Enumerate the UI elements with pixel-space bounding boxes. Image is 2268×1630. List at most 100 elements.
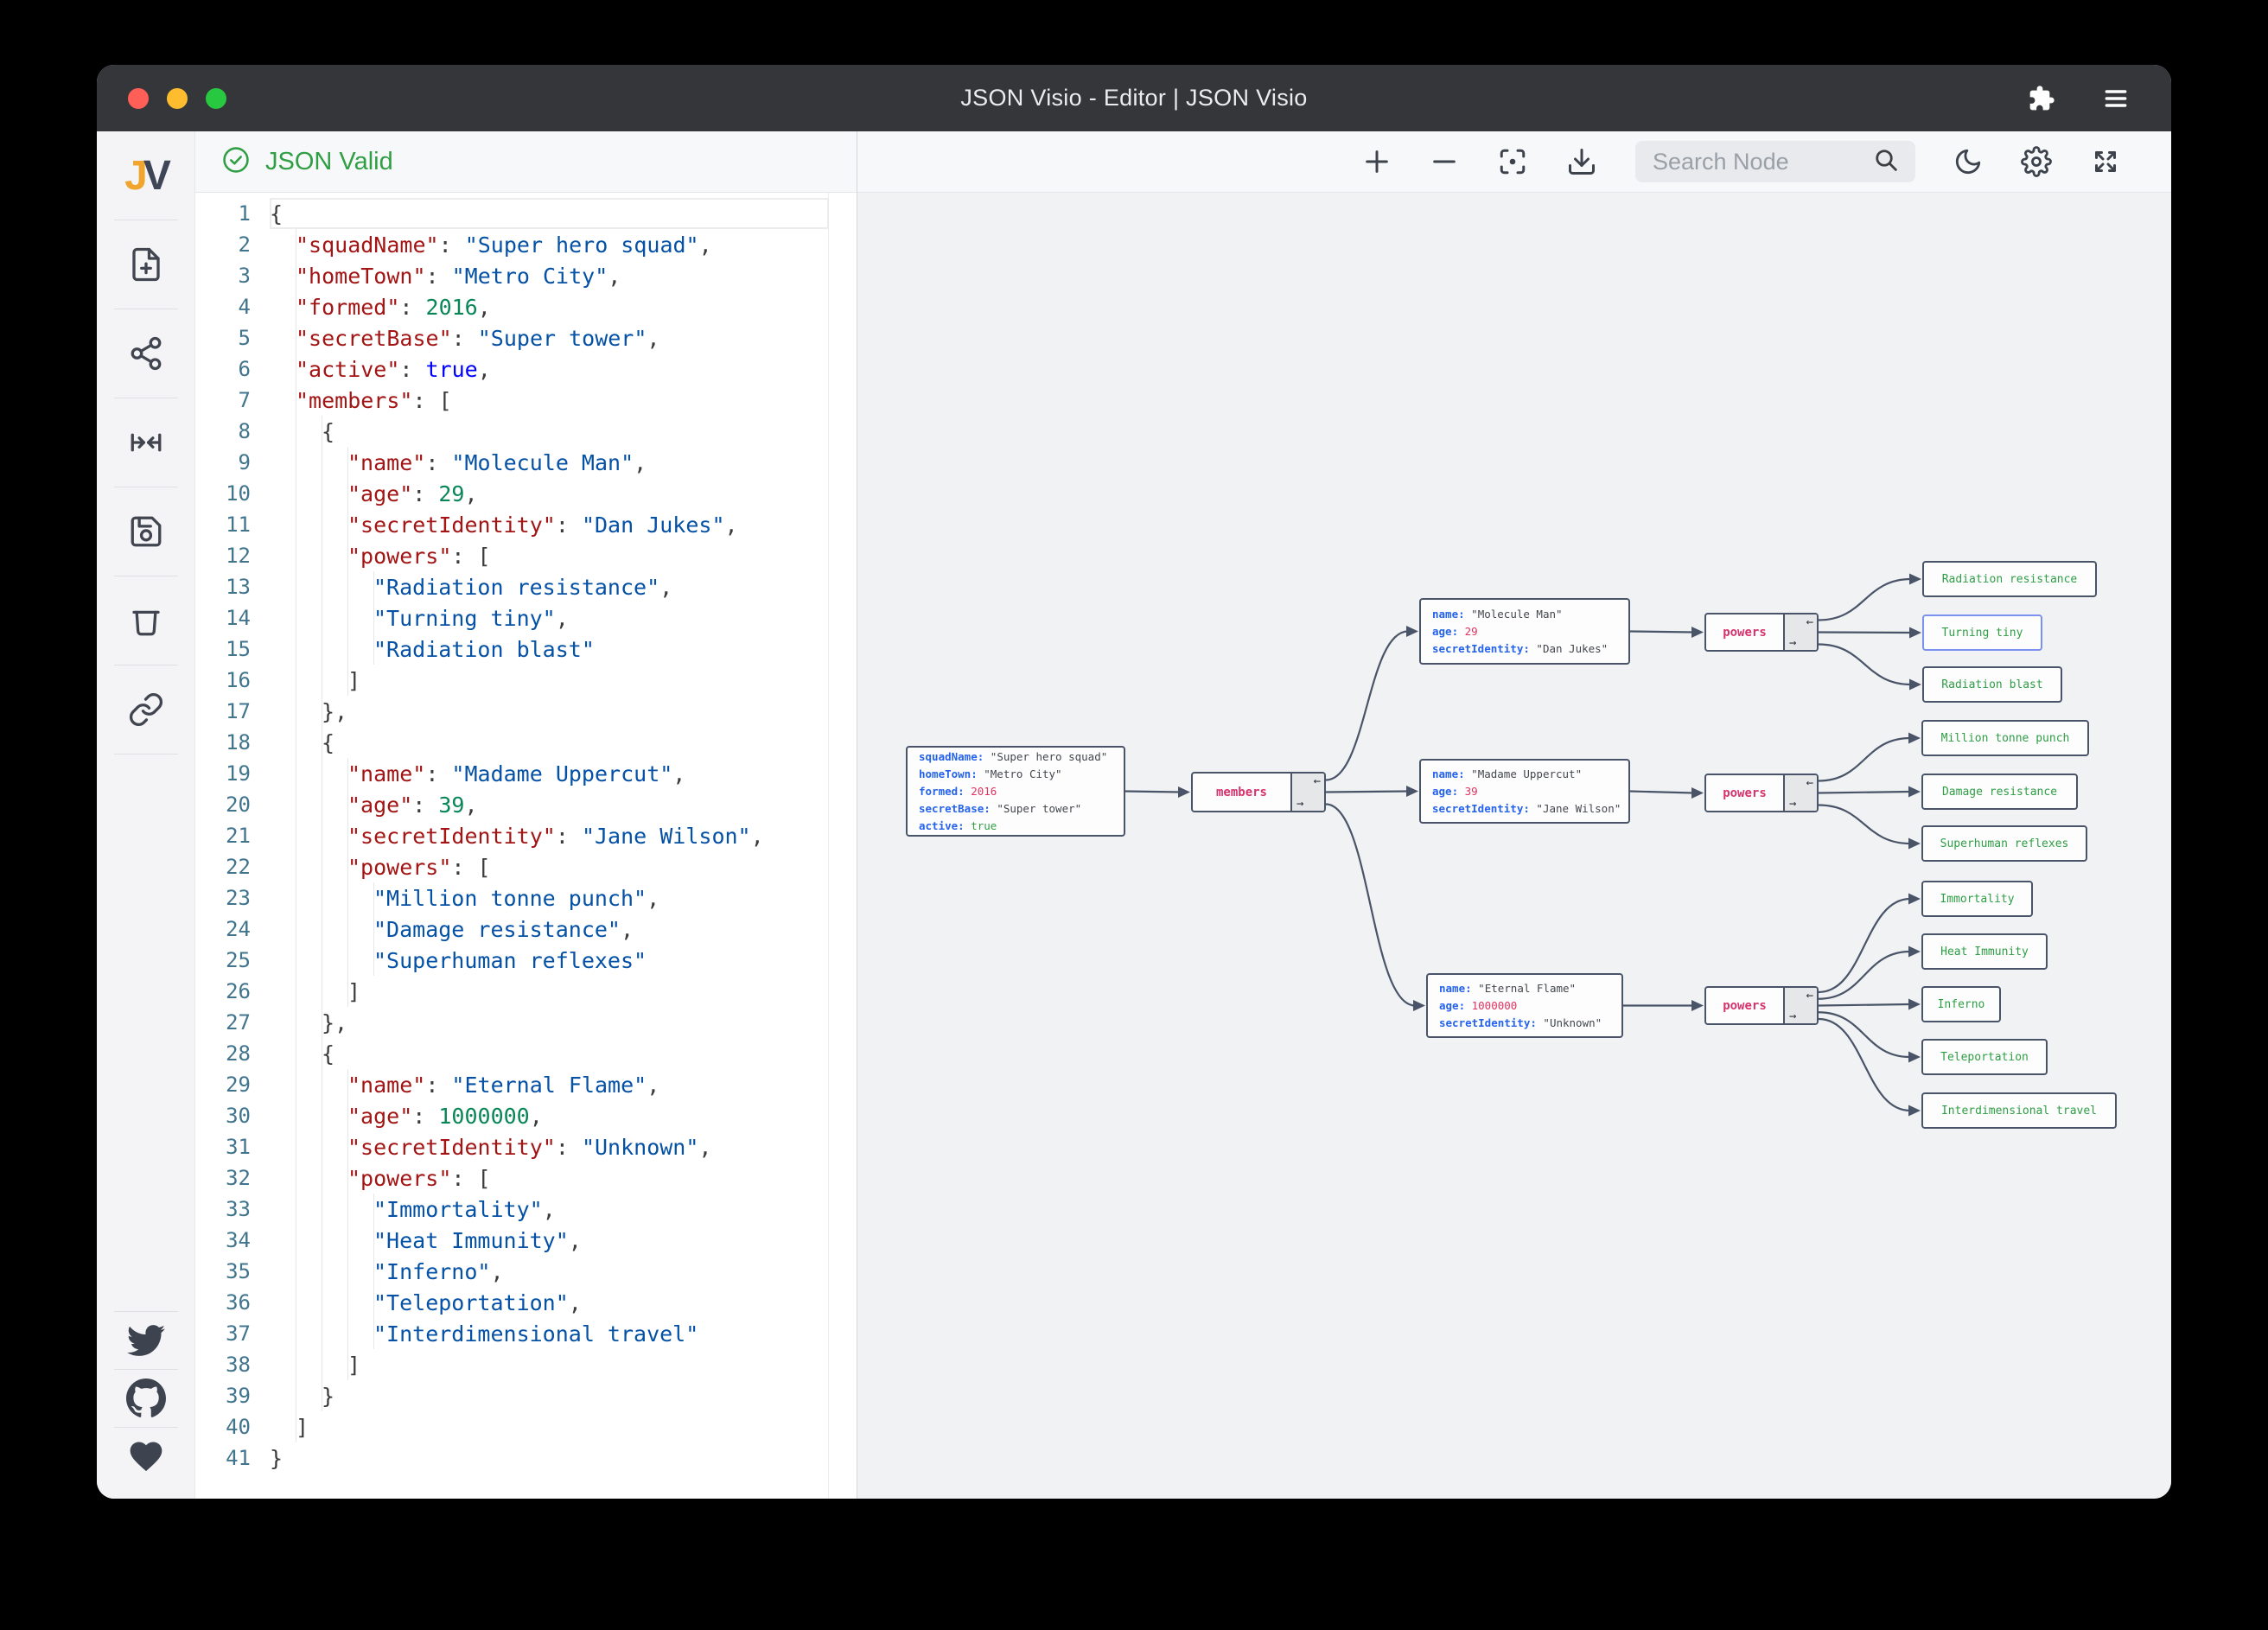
leaf-node-label: Interdimensional travel <box>1940 1104 2097 1117</box>
github-button[interactable] <box>97 1370 194 1427</box>
collapse-node-button[interactable]: → ← <box>1783 775 1817 811</box>
code-line-29[interactable]: 29 "name": "Eternal Flame", <box>195 1069 857 1100</box>
code-line-5[interactable]: 5 "secretBase": "Super tower", <box>195 322 857 353</box>
zoom-button[interactable] <box>206 87 226 109</box>
graph-node-l2a[interactable]: Million tonne punch <box>1921 720 2089 756</box>
graph-node-l1a[interactable]: Radiation resistance <box>1922 561 2097 597</box>
graph-node-p3[interactable]: powers → ← <box>1704 986 1819 1025</box>
code-line-8[interactable]: 8{ <box>195 416 857 447</box>
code-line-10[interactable]: 10 "age": 29, <box>195 478 857 509</box>
code-line-12[interactable]: 12 "powers": [ <box>195 540 857 571</box>
graph-node-l1b[interactable]: Turning tiny <box>1922 614 2042 651</box>
code-line-41[interactable]: 41} <box>195 1442 857 1474</box>
zoom-in-button[interactable] <box>1362 147 1392 176</box>
center-view-button[interactable] <box>1497 146 1528 177</box>
code-line-21[interactable]: 21 "secretIdentity": "Jane Wilson", <box>195 820 857 851</box>
node-field-name: name: "Madame Uppercut" <box>1432 767 1583 780</box>
collapse-node-button[interactable]: → ← <box>1783 614 1817 650</box>
collapse-node-button[interactable]: → ← <box>1783 988 1817 1023</box>
graph-node-l2b[interactable]: Damage resistance <box>1921 774 2078 810</box>
search-icon[interactable] <box>1872 146 1900 178</box>
code-line-23[interactable]: 23 "Million tonne punch", <box>195 882 857 914</box>
code-line-22[interactable]: 22 "powers": [ <box>195 851 857 882</box>
code-line-7[interactable]: 7 "members": [ <box>195 385 857 416</box>
code-line-14[interactable]: 14 "Turning tiny", <box>195 602 857 634</box>
code-line-19[interactable]: 19 "name": "Madame Uppercut", <box>195 758 857 789</box>
code-line-37[interactable]: 37 "Interdimensional travel" <box>195 1318 857 1349</box>
code-line-40[interactable]: 40] <box>195 1411 857 1442</box>
graph-node-l1c[interactable]: Radiation blast <box>1922 666 2062 703</box>
twitter-button[interactable] <box>97 1312 194 1369</box>
graph-canvas[interactable]: squadName: "Super hero squad" homeTown: "… <box>857 193 2171 1499</box>
code-line-31[interactable]: 31 "secretIdentity": "Unknown", <box>195 1131 857 1162</box>
code-line-30[interactable]: 30 "age": 1000000, <box>195 1100 857 1131</box>
line-number: 40 <box>226 1415 251 1439</box>
code-line-6[interactable]: 6 "active": true, <box>195 353 857 385</box>
fit-width-button[interactable] <box>97 398 194 487</box>
line-number: 36 <box>226 1290 251 1315</box>
graph-node-l3c[interactable]: Inferno <box>1921 986 2001 1022</box>
save-button[interactable] <box>97 487 194 576</box>
graph-node-l3b[interactable]: Heat Immunity <box>1921 933 2048 970</box>
graph-node-p2[interactable]: powers → ← <box>1704 774 1819 812</box>
download-button[interactable] <box>1566 146 1597 177</box>
code-line-27[interactable]: 27}, <box>195 1007 857 1038</box>
settings-button[interactable] <box>2021 146 2052 177</box>
code-line-15[interactable]: 15 "Radiation blast" <box>195 634 857 665</box>
code-line-38[interactable]: 38] <box>195 1349 857 1380</box>
graph-node-members[interactable]: members → ← <box>1191 772 1326 812</box>
graph-node-root[interactable]: squadName: "Super hero squad" homeTown: "… <box>906 746 1125 837</box>
minimize-button[interactable] <box>167 87 188 109</box>
graph-node-l2c[interactable]: Superhuman reflexes <box>1921 825 2087 862</box>
search-node-box[interactable] <box>1635 141 1915 182</box>
copy-link-button[interactable] <box>97 665 194 754</box>
theme-toggle-button[interactable] <box>1953 147 1983 176</box>
close-button[interactable] <box>128 87 149 109</box>
line-number: 34 <box>226 1228 251 1252</box>
share-button[interactable] <box>97 309 194 398</box>
code-line-20[interactable]: 20 "age": 39, <box>195 789 857 820</box>
zoom-out-button[interactable] <box>1430 147 1459 176</box>
code-line-39[interactable]: 39} <box>195 1380 857 1411</box>
code-line-36[interactable]: 36 "Teleportation", <box>195 1287 857 1318</box>
line-number: 25 <box>226 948 251 972</box>
app-logo[interactable]: JV <box>97 131 194 220</box>
code-line-33[interactable]: 33 "Immortality", <box>195 1194 857 1225</box>
code-line-28[interactable]: 28{ <box>195 1038 857 1069</box>
code-editor[interactable]: 1{2 "squadName": "Super hero squad", 3 "hom… <box>195 193 857 1499</box>
graph-node-l3d[interactable]: Teleportation <box>1921 1039 2048 1075</box>
sponsor-button[interactable] <box>97 1428 194 1485</box>
graph-node-m2[interactable]: name: "Madame Uppercut" age: 39 secretIden… <box>1419 759 1630 824</box>
code-line-4[interactable]: 4 "formed": 2016, <box>195 291 857 322</box>
code-line-13[interactable]: 13 "Radiation resistance", <box>195 571 857 602</box>
code-line-18[interactable]: 18{ <box>195 727 857 758</box>
code-line-2[interactable]: 2 "squadName": "Super hero squad", <box>195 229 857 260</box>
code-line-11[interactable]: 11 "secretIdentity": "Dan Jukes", <box>195 509 857 540</box>
graph-node-l3a[interactable]: Immortality <box>1921 881 2033 917</box>
menu-icon[interactable] <box>2102 85 2130 112</box>
code-line-3[interactable]: 3 "homeTown": "Metro City", <box>195 260 857 291</box>
code-line-16[interactable]: 16] <box>195 665 857 696</box>
code-line-26[interactable]: 26] <box>195 976 857 1007</box>
search-node-input[interactable] <box>1651 147 1862 176</box>
code-line-25[interactable]: 25 "Superhuman reflexes" <box>195 945 857 976</box>
code-line-24[interactable]: 24 "Damage resistance", <box>195 914 857 945</box>
code-line-35[interactable]: 35 "Inferno", <box>195 1256 857 1287</box>
code-line-34[interactable]: 34 "Heat Immunity", <box>195 1225 857 1256</box>
graph-node-m1[interactable]: name: "Molecule Man" age: 29 secretIdentit… <box>1419 598 1630 665</box>
code-line-17[interactable]: 17}, <box>195 696 857 727</box>
delete-button[interactable] <box>97 576 194 665</box>
code-line-9[interactable]: 9 "name": "Molecule Man", <box>195 447 857 478</box>
graph-node-p1[interactable]: powers → ← <box>1704 613 1819 652</box>
graph-node-l3e[interactable]: Interdimensional travel <box>1921 1092 2117 1129</box>
collapse-node-button[interactable]: → ← <box>1290 774 1324 811</box>
leaf-node-label: Superhuman reflexes <box>1940 837 2069 850</box>
graph-node-m3[interactable]: name: "Eternal Flame" age: 1000000 secretI… <box>1426 973 1623 1038</box>
new-document-button[interactable] <box>97 220 194 309</box>
graph-panel: squadName: "Super hero squad" homeTown: "… <box>857 131 2171 1499</box>
line-number: 35 <box>226 1259 251 1283</box>
extension-icon[interactable] <box>2028 85 2055 112</box>
code-line-1[interactable]: 1{ <box>195 198 857 229</box>
fullscreen-button[interactable] <box>2090 146 2121 177</box>
code-line-32[interactable]: 32 "powers": [ <box>195 1162 857 1194</box>
